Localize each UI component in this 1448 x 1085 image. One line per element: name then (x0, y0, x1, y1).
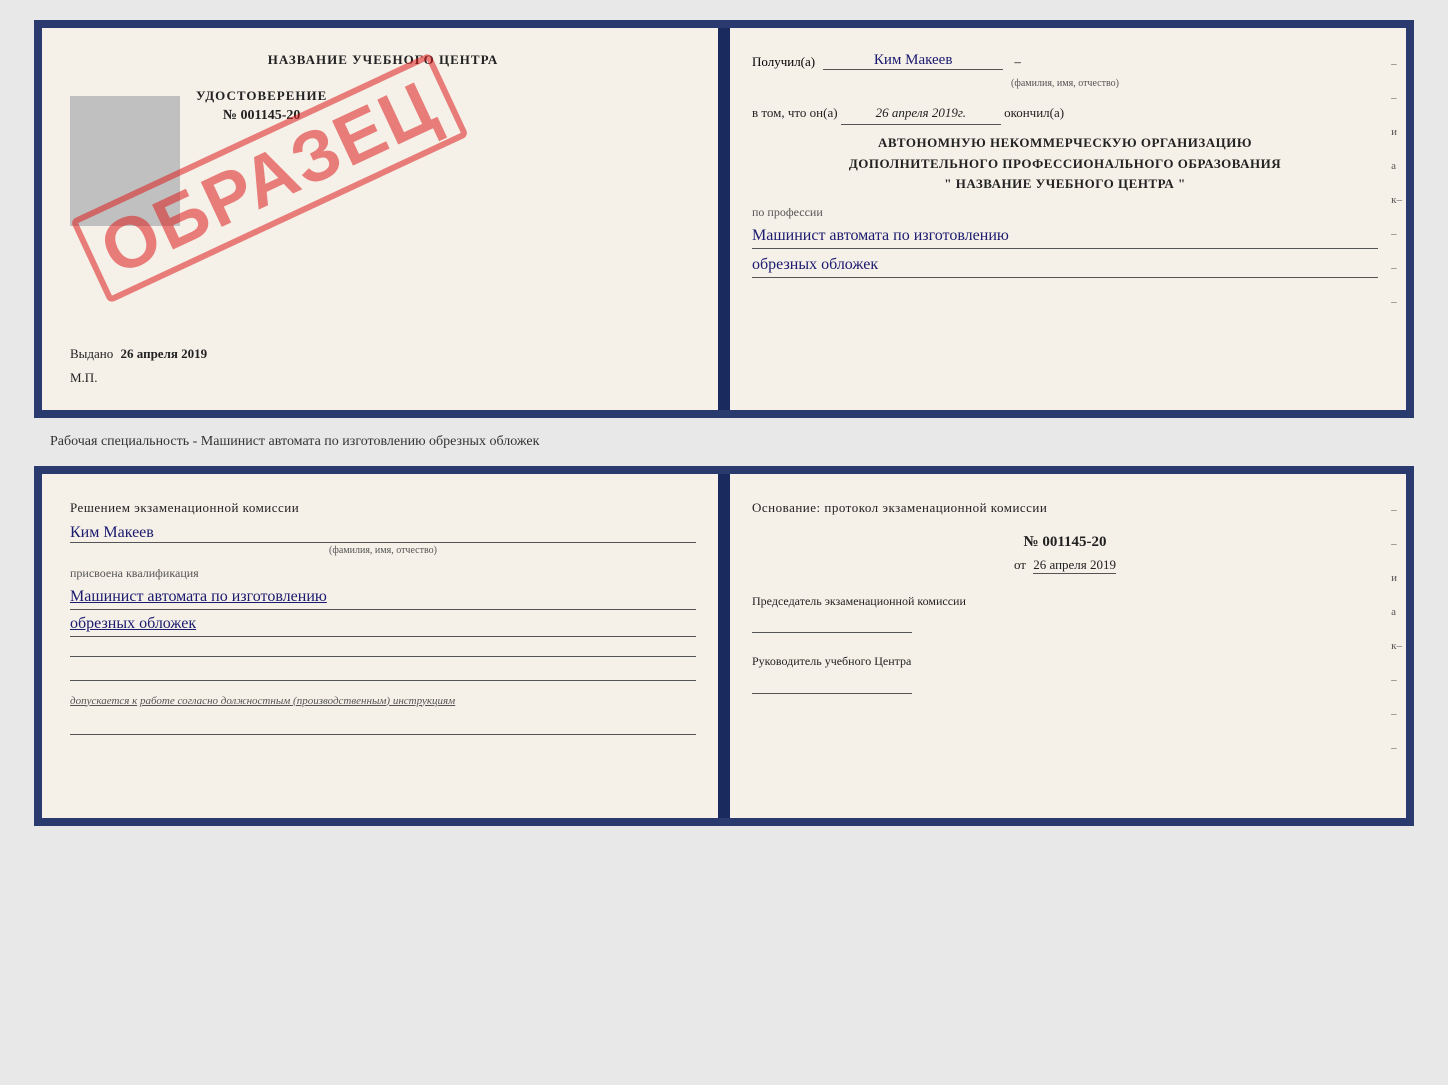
dopuskaetsya-block: допускается к работе согласно должностны… (70, 693, 696, 710)
bottom-date-val: 26 апреля 2019 (1033, 557, 1116, 574)
date-field: 26 апреля 2019г. (841, 103, 1001, 125)
org-line1: АВТОНОМНУЮ НЕКОММЕРЧЕСКУЮ ОРГАНИЗАЦИЮ (752, 133, 1378, 154)
stamp-area: УДОСТОВЕРЕНИЕ № 001145-20 ОБРАЗЕЦ (70, 88, 696, 226)
vtom-row: в том, что он(а) 26 апреля 2019г. окончи… (752, 103, 1378, 125)
preds-label: Председатель экзаменационной комиссии (752, 593, 1378, 610)
org-block: АВТОНОМНУЮ НЕКОММЕРЧЕСКУЮ ОРГАНИЗАЦИЮ ДО… (752, 133, 1378, 195)
bottom-profession-line2: обрезных обложек (70, 612, 696, 637)
obrazec-text: ОБРАЗЕЦ (71, 52, 470, 303)
vtom-label: в том, что он(а) (752, 105, 838, 120)
top-right-panel: Получил(а) Ким Макеев – (фамилия, имя, о… (724, 28, 1406, 410)
dop-text: работе согласно должностным (производств… (140, 695, 455, 707)
preds-block: Председатель экзаменационной комиссии (752, 593, 1378, 634)
recipient-row: Получил(а) Ким Макеев – (752, 52, 1378, 70)
poluchil-label: Получил(а) (752, 54, 815, 70)
vtom-date: 26 апреля 2019г. (876, 105, 966, 120)
prisvoena-label: присвоена квалификация (70, 566, 696, 581)
okoncil-label: окончил(а) (1004, 105, 1064, 120)
top-left-panel: НАЗВАНИЕ УЧЕБНОГО ЦЕНТРА УДОСТОВЕРЕНИЕ №… (42, 28, 724, 410)
profession-line2-top: обрезных обложек (752, 253, 1378, 278)
recipient-name: Ким Макеев (874, 52, 953, 68)
recipient-name-field: Ким Макеев (823, 52, 1003, 70)
osnTitle: Основание: протокол экзаменационной коми… (752, 498, 1378, 518)
rukov-label: Руководитель учебного Центра (752, 653, 1378, 670)
dop-label: допускается к (70, 695, 137, 707)
underline2 (70, 663, 696, 681)
side-decorations-top: – – и а к– – – – (1391, 58, 1402, 308)
profession-line1-top: Машинист автомата по изготовлению (752, 224, 1378, 249)
vydano-line: Выдано 26 апреля 2019 (70, 346, 696, 362)
obrazec-stamp: ОБРАЗЕЦ (130, 78, 410, 278)
bottom-date: от 26 апреля 2019 (752, 557, 1378, 573)
bottom-document: Решением экзаменационной комиссии Ким Ма… (34, 466, 1414, 826)
dash1: – (1011, 54, 1021, 70)
preds-signature-line (752, 613, 912, 633)
rukov-signature-line (752, 674, 912, 694)
org-line3: " НАЗВАНИЕ УЧЕБНОГО ЦЕНТРА " (752, 174, 1378, 195)
vydano-label: Выдано (70, 346, 113, 361)
vydano-date: 26 апреля 2019 (121, 346, 208, 361)
bottom-profession-line1: Машинист автомата по изготовлению (70, 585, 696, 610)
rukov-block: Руководитель учебного Центра (752, 653, 1378, 694)
underline1 (70, 639, 696, 657)
caption-text: Рабочая специальность - Машинист автомат… (20, 434, 539, 450)
fio-label-top: (фамилия, имя, отчество) (752, 78, 1378, 89)
bottom-left-title: Решением экзаменационной комиссии (70, 498, 696, 518)
top-document: НАЗВАНИЕ УЧЕБНОГО ЦЕНТРА УДОСТОВЕРЕНИЕ №… (34, 20, 1414, 418)
po-professii-label: по профессии (752, 205, 1378, 220)
bottom-fio-label: (фамилия, имя, отчество) (70, 545, 696, 556)
underline3 (70, 717, 696, 735)
bottom-number: № 001145-20 (752, 534, 1378, 551)
bottom-left-panel: Решением экзаменационной комиссии Ким Ма… (42, 474, 724, 818)
bottom-right-panel: Основание: протокол экзаменационной коми… (724, 474, 1406, 818)
bottom-name: Ким Макеев (70, 524, 696, 543)
mp-line: М.П. (70, 370, 696, 386)
side-decorations-bottom: – – и а к– – – – (1391, 504, 1402, 754)
org-line2: ДОПОЛНИТЕЛЬНОГО ПРОФЕССИОНАЛЬНОГО ОБРАЗО… (752, 154, 1378, 175)
top-left-header: НАЗВАНИЕ УЧЕБНОГО ЦЕНТРА (70, 52, 696, 68)
ot-label: от (1014, 557, 1026, 572)
